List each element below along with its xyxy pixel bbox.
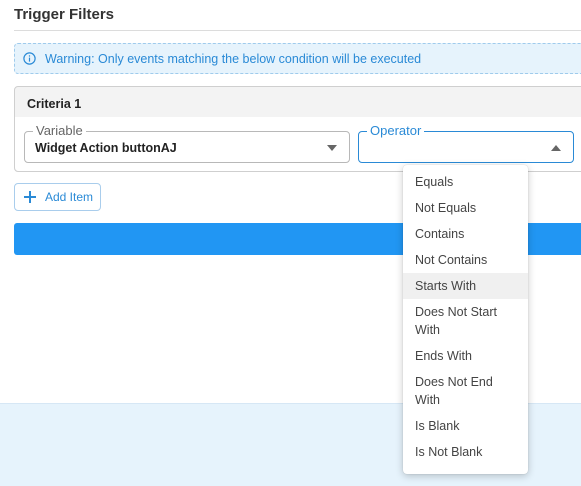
variable-label: Variable [33,123,86,139]
criteria-card: Criteria 1 Variable Widget Action button… [14,86,581,172]
operator-option[interactable]: Not Equals [403,195,528,221]
page-title: Trigger Filters [14,6,115,23]
chevron-down-icon [327,145,337,151]
add-item-label: Add Item [45,190,94,204]
info-icon [23,52,36,65]
operator-option[interactable]: Is Blank [403,413,528,439]
plus-icon [24,191,36,203]
operator-option[interactable]: Not Contains [403,247,528,273]
operator-dropdown-menu: Equals Not Equals Contains Not Contains … [403,165,528,474]
operator-option[interactable]: Equals [403,169,528,195]
chevron-up-icon [551,145,561,151]
operator-option[interactable]: Is Not Blank [403,439,528,465]
title-divider [14,30,581,31]
operator-label: Operator [367,123,425,139]
operator-option[interactable]: Contains [403,221,528,247]
operator-option[interactable]: Does Not Start With [403,299,528,343]
operator-option-highlighted[interactable]: Starts With [403,273,528,299]
add-item-button[interactable]: Add Item [14,183,101,211]
operator-option[interactable]: Ends With [403,343,528,369]
operator-select[interactable]: Operator [358,123,574,163]
operator-option[interactable]: Does Not End With [403,369,528,413]
variable-value: Widget Action buttonAJ [35,141,177,155]
warning-banner: Warning: Only events matching the below … [14,43,581,74]
warning-text: Warning: Only events matching the below … [45,51,422,66]
criteria-heading: Criteria 1 [27,97,82,111]
variable-select[interactable]: Variable Widget Action buttonAJ [24,123,350,163]
